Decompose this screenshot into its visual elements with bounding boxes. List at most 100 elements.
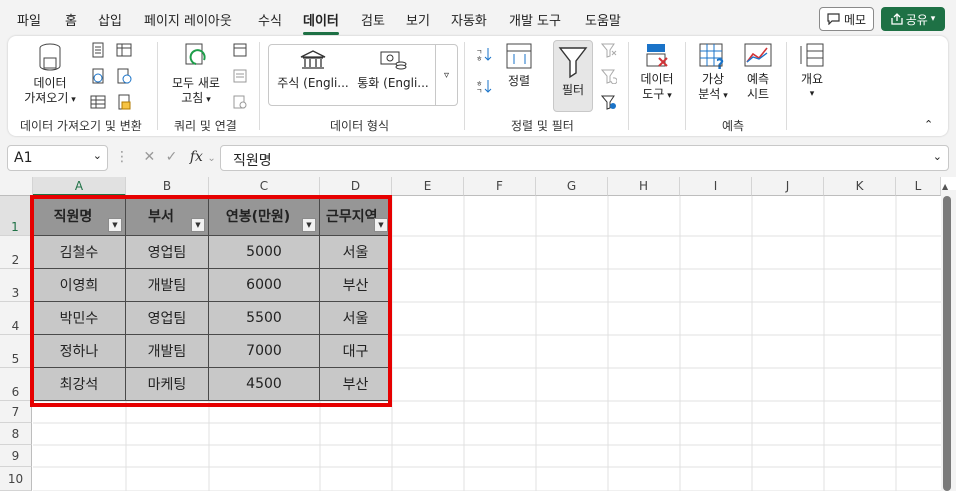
enter-icon[interactable]: ✓ xyxy=(166,149,178,165)
currency-button[interactable]: 통화 (Engli... xyxy=(355,49,431,91)
reapply-filter-icon[interactable] xyxy=(601,68,617,84)
table-cell[interactable]: 박민수 xyxy=(33,302,126,335)
cell-text: 마케팅 xyxy=(147,377,187,393)
insert-function-icon[interactable]: fx xyxy=(190,149,203,165)
table-cell[interactable]: 개발팀 xyxy=(126,335,209,368)
table-cell[interactable]: 영업팀 xyxy=(126,302,209,335)
table-cell[interactable]: 5000 xyxy=(209,236,320,269)
table-cell[interactable]: 부산 xyxy=(320,269,392,302)
sort-label: 정렬 xyxy=(507,74,531,88)
what-if-button[interactable]: ? 가상 분석 ▾ xyxy=(692,42,734,104)
filter-dropdown-icon[interactable]: ▼ xyxy=(374,218,388,232)
ribbon-separator xyxy=(157,42,158,130)
tab-review[interactable]: 검토 xyxy=(361,10,385,29)
table-cell[interactable]: 6000 xyxy=(209,269,320,302)
tab-insert[interactable]: 삽입 xyxy=(98,10,122,29)
cell-text: 서울 xyxy=(342,245,369,261)
worksheet-grid[interactable]: ABCDEFGHIJKL 1 2 3 4 5 6 7 8 9 10 직원명 ▼ 부서 ▼ 연봉(만원) ▼ 근… xyxy=(0,177,956,491)
cell-text: 서울 xyxy=(342,311,369,327)
existing-connections-icon[interactable] xyxy=(116,68,132,84)
properties-icon[interactable] xyxy=(232,68,248,84)
table-cell[interactable]: 부산 xyxy=(320,368,392,401)
filter-button[interactable]: 필터 xyxy=(553,40,593,112)
query-icon[interactable] xyxy=(116,94,132,110)
cell-text: 부산 xyxy=(342,278,369,294)
forecast-chart-icon xyxy=(744,43,772,67)
vertical-scrollbar[interactable]: ▲ xyxy=(941,182,956,491)
clear-filter-icon[interactable] xyxy=(601,42,617,58)
sort-az-icon[interactable]: ㄱㅎ xyxy=(476,46,492,62)
sort-button[interactable]: 정렬 xyxy=(501,42,537,89)
get-data-button[interactable]: 데이터 가져오기 ▾ xyxy=(18,42,82,108)
table-cell[interactable]: 7000 xyxy=(209,335,320,368)
header-text: 직원명 xyxy=(53,208,93,225)
more-icon[interactable]: ⋮ xyxy=(115,149,129,165)
cell-text: 대구 xyxy=(342,344,369,360)
tab-formulas[interactable]: 수식 xyxy=(258,10,282,29)
table-cell[interactable]: 마케팅 xyxy=(126,368,209,401)
table-cell[interactable]: 서울 xyxy=(320,236,392,269)
tab-help[interactable]: 도움말 xyxy=(585,10,621,29)
ribbon-separator xyxy=(685,42,686,130)
table-header-cell[interactable]: 직원명 ▼ xyxy=(33,196,126,236)
scroll-up-icon[interactable]: ▲ xyxy=(942,182,948,191)
table-cell[interactable]: 최강석 xyxy=(33,368,126,401)
filter-dropdown-icon[interactable]: ▼ xyxy=(108,218,122,232)
table-cell[interactable]: 영업팀 xyxy=(126,236,209,269)
table-header-cell[interactable]: 연봉(만원) ▼ xyxy=(209,196,320,236)
tab-automate[interactable]: 자동화 xyxy=(451,10,487,29)
formula-input[interactable]: 직원명 ⌄ xyxy=(220,145,949,171)
share-icon xyxy=(891,13,903,25)
forecast-sheet-button[interactable]: 예측 시트 xyxy=(738,42,778,102)
table-cell[interactable]: 서울 xyxy=(320,302,392,335)
sort-za-icon[interactable]: ㅎㄱ xyxy=(476,78,492,94)
recent-sources-icon[interactable] xyxy=(116,42,132,58)
tab-home[interactable]: 홈 xyxy=(65,10,77,29)
tab-data[interactable]: 데이터 xyxy=(303,10,339,35)
chevron-down-icon[interactable]: ⌄ xyxy=(207,153,215,164)
outline-button[interactable]: 개요 ▾ xyxy=(794,42,830,102)
expand-formula-icon[interactable]: ⌄ xyxy=(933,150,942,163)
cell-text: 정하나 xyxy=(59,344,99,360)
from-text-icon[interactable] xyxy=(90,42,106,58)
filter-dropdown-icon[interactable]: ▼ xyxy=(191,218,205,232)
edit-links-icon[interactable] xyxy=(232,94,248,110)
chevron-down-icon[interactable]: ⌄ xyxy=(93,149,102,162)
formula-bar: A1 ⌄ ⋮ ✕ ✓ fx ⌄ 직원명 ⌄ xyxy=(0,143,956,173)
filter-dropdown-icon[interactable]: ▼ xyxy=(302,218,316,232)
table-cell[interactable]: 정하나 xyxy=(33,335,126,368)
ribbon-separator xyxy=(628,42,629,130)
tab-file[interactable]: 파일 xyxy=(17,10,41,29)
memo-button[interactable]: 메모 xyxy=(819,7,874,31)
table-cell[interactable]: 대구 xyxy=(320,335,392,368)
tab-view[interactable]: 보기 xyxy=(406,10,430,29)
cell-text: 7000 xyxy=(246,343,282,359)
scrollbar-thumb[interactable] xyxy=(943,196,951,491)
tab-page-layout[interactable]: 페이지 레이아웃 xyxy=(144,10,232,29)
table-cell[interactable]: 김철수 xyxy=(33,236,126,269)
stocks-button[interactable]: 주식 (Engli... xyxy=(275,49,351,91)
from-table-icon[interactable] xyxy=(90,94,106,110)
table-cell[interactable]: 4500 xyxy=(209,368,320,401)
svg-text:ㄱ: ㄱ xyxy=(476,87,482,94)
name-box[interactable]: A1 ⌄ xyxy=(7,145,108,171)
table-cell[interactable]: 이영희 xyxy=(33,269,126,302)
advanced-filter-icon[interactable] xyxy=(601,94,617,110)
queries-connections-icon[interactable] xyxy=(232,42,248,58)
chevron-down-icon: ▾ xyxy=(809,89,815,99)
share-button[interactable]: 공유 ▾ xyxy=(881,7,945,31)
stocks-label: 주식 (Engli... xyxy=(277,76,349,90)
tab-developer[interactable]: 개발 도구 xyxy=(509,10,561,29)
data-tools-button[interactable]: 데이터 도구 ▾ xyxy=(635,42,679,104)
table-header-cell[interactable]: 근무지역 ▼ xyxy=(320,196,392,236)
formula-value: 직원명 xyxy=(233,153,272,169)
table-cell[interactable]: 5500 xyxy=(209,302,320,335)
gallery-more-button[interactable]: ▿ xyxy=(435,45,457,105)
forecast-sheet-label: 예측 시트 xyxy=(746,72,770,101)
table-header-cell[interactable]: 부서 ▼ xyxy=(126,196,209,236)
collapse-ribbon-icon[interactable]: ⌃ xyxy=(924,118,933,131)
refresh-all-button[interactable]: 모두 새로 고침 ▾ xyxy=(166,42,226,108)
from-web-icon[interactable] xyxy=(90,68,106,84)
table-cell[interactable]: 개발팀 xyxy=(126,269,209,302)
cancel-icon[interactable]: ✕ xyxy=(143,149,155,165)
